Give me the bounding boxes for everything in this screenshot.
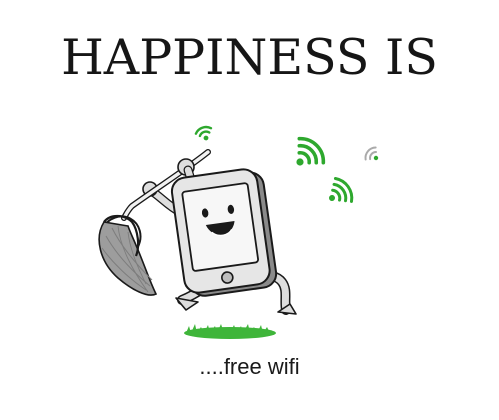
poster: HAPPINESS IS ....free wifi [0,0,499,420]
wifi-signal-icon [296,136,326,166]
wifi-signal-icon [194,125,213,141]
wifi-signal-icon [329,177,354,203]
grass-patch [184,324,276,339]
caption: ....free wifi [199,354,300,379]
wifi-signal-icon [364,146,379,161]
home-button-icon [221,271,234,284]
smartphone-character [170,168,278,297]
